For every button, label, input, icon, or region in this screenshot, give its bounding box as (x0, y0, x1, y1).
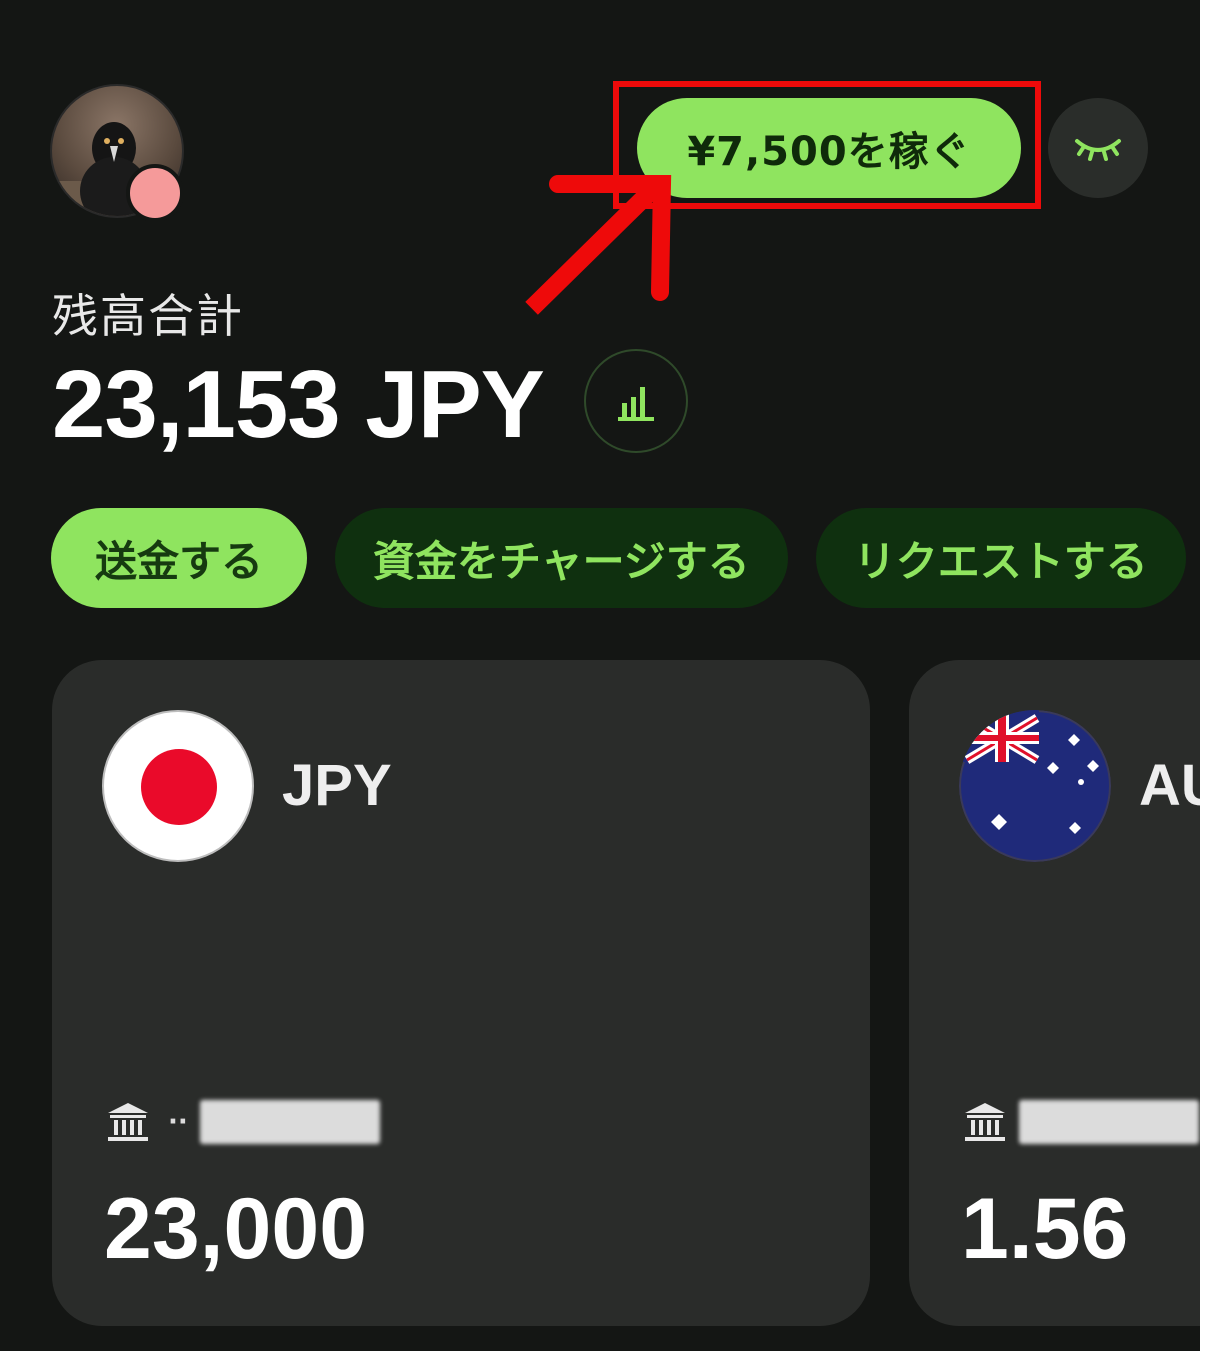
account-card-jpy[interactable]: JPY ·· 23,000 (52, 660, 870, 1326)
masked-account-prefix: ·· (168, 1107, 188, 1137)
bank-details (963, 1100, 1199, 1144)
total-balance-amount: 23,153 JPY (52, 351, 545, 458)
request-money-button[interactable]: リクエストする (815, 508, 1186, 608)
pointer-arrow-icon (525, 175, 672, 315)
bar-chart-icon (618, 387, 654, 421)
closed-eye-icon (1075, 139, 1121, 161)
total-balance-label: 残高合計 (52, 289, 244, 343)
japan-flag-icon (102, 710, 254, 862)
redacted-account-number (1019, 1100, 1199, 1144)
currency-code: AU (1139, 753, 1200, 818)
account-balance: 1.56 (961, 1181, 1129, 1277)
australia-flag-icon (959, 710, 1111, 862)
account-card-aud[interactable]: AU 1.56 (909, 660, 1200, 1326)
bank-details: ·· (106, 1100, 380, 1144)
currency-code: JPY (282, 753, 392, 818)
redacted-account-number (199, 1100, 380, 1144)
hide-balance-button[interactable] (1048, 98, 1148, 198)
avatar-status-badge (126, 164, 184, 222)
bank-icon (108, 1103, 148, 1141)
add-money-button[interactable]: 資金をチャージする (335, 508, 788, 608)
wallet-screen: ¥7,500を稼ぐ 残高合計 23,153 JPY 送金する 資金をチャージする… (0, 0, 1200, 1351)
insights-button[interactable] (584, 349, 688, 453)
send-money-button[interactable]: 送金する (51, 508, 307, 608)
quick-actions: 送金する 資金をチャージする リクエストする (51, 508, 1186, 608)
account-balance: 23,000 (104, 1181, 368, 1277)
bank-icon (965, 1103, 1005, 1141)
